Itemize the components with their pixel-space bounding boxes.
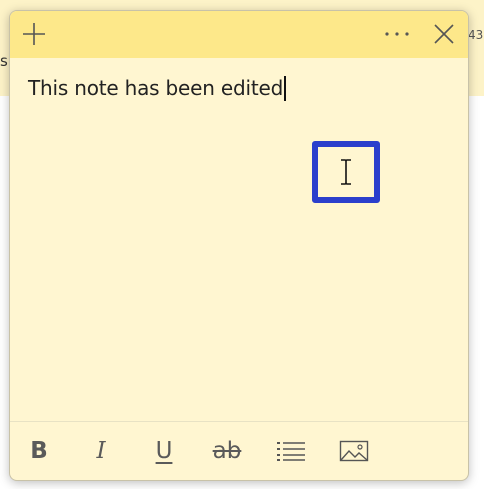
- underline-button[interactable]: U: [144, 434, 184, 468]
- insert-image-button[interactable]: [334, 434, 374, 468]
- menu-button[interactable]: [380, 17, 414, 51]
- strikethrough-button[interactable]: ab: [207, 434, 247, 468]
- close-button[interactable]: [427, 17, 461, 51]
- text-cursor-icon: [341, 159, 351, 185]
- background-number-fragment: 43: [468, 28, 484, 42]
- bullet-list-icon: [277, 442, 305, 461]
- new-note-button[interactable]: [17, 17, 51, 51]
- bold-label: B: [30, 438, 48, 464]
- strikethrough-label: ab: [212, 438, 242, 464]
- italic-label: I: [96, 438, 106, 464]
- sticky-note-window: This note has been edited B I U ab: [9, 10, 469, 481]
- close-icon: [434, 24, 454, 44]
- italic-button[interactable]: I: [81, 434, 121, 468]
- bullet-list-button[interactable]: [271, 434, 311, 468]
- note-text-area[interactable]: This note has been edited: [28, 74, 448, 102]
- image-icon: [339, 440, 369, 462]
- background-text-fragment: s: [0, 52, 8, 70]
- cursor-highlight-box: [312, 141, 380, 203]
- underline-label: U: [155, 438, 173, 464]
- text-caret: [284, 75, 287, 101]
- more-horizontal-icon: [385, 32, 409, 36]
- note-title-bar[interactable]: [10, 11, 468, 58]
- plus-icon: [23, 23, 45, 45]
- formatting-toolbar: B I U ab: [10, 421, 468, 480]
- bold-button[interactable]: B: [19, 434, 59, 468]
- note-text: This note has been edited: [28, 76, 284, 100]
